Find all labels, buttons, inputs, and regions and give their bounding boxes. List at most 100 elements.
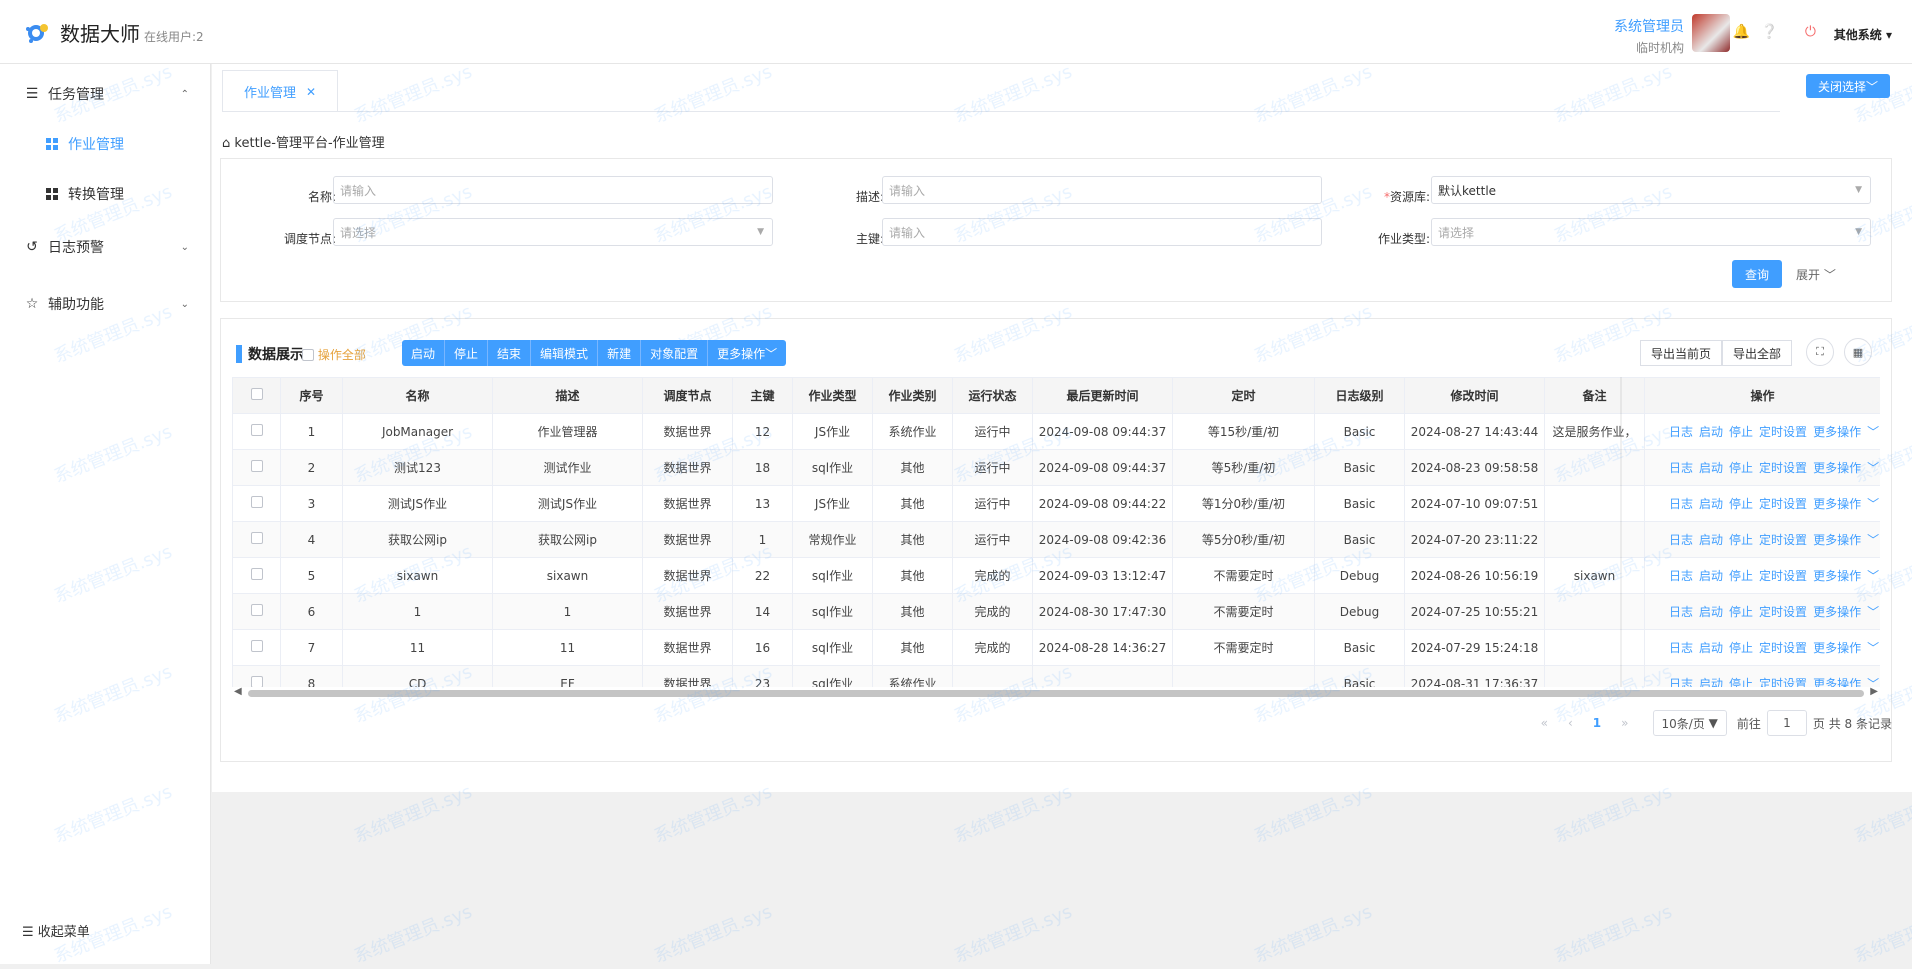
- user-name[interactable]: 系统管理员: [1614, 16, 1684, 36]
- table-row[interactable]: 6 1 1 数据世界 14 sql作业 其他 完成的 2024-08-30 17:47:30 不需…: [232, 593, 1880, 630]
- checkbox[interactable]: [250, 568, 263, 580]
- new-button[interactable]: 新建: [598, 340, 642, 366]
- scroll-thumb[interactable]: [248, 690, 1864, 697]
- stop-link[interactable]: 停止: [1729, 497, 1753, 511]
- type-select[interactable]: 请选择 ▼: [1431, 218, 1871, 246]
- chevron-down-icon[interactable]: ﹀: [1867, 497, 1879, 511]
- end-button[interactable]: 结束: [488, 340, 532, 366]
- log-link[interactable]: 日志: [1669, 497, 1693, 511]
- stop-link[interactable]: 停止: [1729, 569, 1753, 583]
- node-select[interactable]: 请选择 ▼: [333, 218, 773, 246]
- sidebar-group-task[interactable]: ☰ 任务管理 ⌃: [0, 76, 211, 112]
- key-input[interactable]: 请输入: [882, 218, 1322, 246]
- tab-job-manage[interactable]: 作业管理 ✕: [222, 70, 338, 112]
- expand-button[interactable]: 展开 ﹀: [1796, 266, 1836, 283]
- help-icon[interactable]: ❔: [1761, 24, 1778, 40]
- export-current-button[interactable]: 导出当前页: [1640, 340, 1723, 366]
- chevron-down-icon[interactable]: ﹀: [1867, 605, 1879, 619]
- checkbox[interactable]: [250, 604, 263, 616]
- checkbox[interactable]: [250, 388, 263, 400]
- timer-setting-link[interactable]: 定时设置: [1759, 677, 1807, 687]
- sidebar-item-transform-manage[interactable]: 转换管理: [0, 176, 211, 212]
- user-info[interactable]: 系统管理员 临时机构: [1614, 16, 1684, 56]
- more-actions-button[interactable]: 更多操作 ﹀: [708, 340, 787, 366]
- checkbox[interactable]: [250, 640, 263, 652]
- log-link[interactable]: 日志: [1669, 569, 1693, 583]
- timer-setting-link[interactable]: 定时设置: [1759, 497, 1807, 511]
- page-size-select[interactable]: 10条/页 ▼: [1652, 710, 1727, 736]
- log-link[interactable]: 日志: [1669, 533, 1693, 547]
- row-select[interactable]: [232, 629, 281, 666]
- log-link[interactable]: 日志: [1669, 461, 1693, 475]
- row-select[interactable]: [232, 665, 281, 687]
- checkbox[interactable]: [250, 532, 263, 544]
- stop-link[interactable]: 停止: [1729, 533, 1753, 547]
- table-row[interactable]: 8 CD EF 数据世界 23 sql作业 系统作业 Basic 2024-08-31 17:3…: [232, 665, 1880, 687]
- timer-setting-link[interactable]: 定时设置: [1759, 533, 1807, 547]
- name-input[interactable]: 请输入: [333, 176, 773, 204]
- start-link[interactable]: 启动: [1699, 605, 1723, 619]
- other-systems-dropdown[interactable]: 其他系统 ▾: [1834, 26, 1892, 43]
- close-select-button[interactable]: 关闭选择 ﹀: [1806, 74, 1890, 98]
- stop-link[interactable]: 停止: [1729, 425, 1753, 439]
- avatar[interactable]: [1692, 14, 1730, 52]
- stop-button[interactable]: 停止: [445, 340, 489, 366]
- start-link[interactable]: 启动: [1699, 461, 1723, 475]
- query-button[interactable]: 查询: [1732, 260, 1782, 288]
- stop-link[interactable]: 停止: [1729, 461, 1753, 475]
- start-link[interactable]: 启动: [1699, 641, 1723, 655]
- prev-page-icon[interactable]: ‹: [1568, 716, 1573, 730]
- start-link[interactable]: 启动: [1699, 497, 1723, 511]
- stop-link[interactable]: 停止: [1729, 605, 1753, 619]
- table-row[interactable]: 4 获取公网ip 获取公网ip 数据世界 1 常规作业 其他 运行中 2024-09-08 09…: [232, 521, 1880, 558]
- sidebar-item-job-manage[interactable]: 作业管理: [0, 126, 211, 162]
- row-select[interactable]: [232, 413, 281, 450]
- edit-mode-button[interactable]: 编辑模式: [531, 340, 599, 366]
- goto-page-input[interactable]: 1: [1766, 710, 1807, 736]
- table-row[interactable]: 7 11 11 数据世界 16 sql作业 其他 完成的 2024-08-28 14:36:27…: [232, 629, 1880, 666]
- timer-setting-link[interactable]: 定时设置: [1759, 425, 1807, 439]
- more-actions-link[interactable]: 更多操作: [1813, 569, 1861, 583]
- log-link[interactable]: 日志: [1669, 425, 1693, 439]
- repo-select[interactable]: 默认kettle ▼: [1431, 176, 1871, 204]
- start-link[interactable]: 启动: [1699, 533, 1723, 547]
- table-row[interactable]: 1 JobManager 作业管理器 数据世界 12 JS作业 系统作业 运行中 2024-09…: [232, 413, 1880, 450]
- current-page[interactable]: 1: [1593, 716, 1601, 730]
- sidebar-group-log[interactable]: ↺ 日志预警 ⌄: [0, 229, 211, 265]
- more-actions-link[interactable]: 更多操作: [1813, 461, 1861, 475]
- row-select[interactable]: [232, 557, 281, 594]
- operate-all-checkbox[interactable]: 操作全部: [302, 346, 366, 363]
- start-link[interactable]: 启动: [1699, 677, 1723, 687]
- log-link[interactable]: 日志: [1669, 677, 1693, 687]
- table-row[interactable]: 3 测试JS作业 测试JS作业 数据世界 13 JS作业 其他 运行中 2024-09-08 0…: [232, 485, 1880, 522]
- row-select[interactable]: [232, 521, 281, 558]
- next-page-icon[interactable]: »: [1621, 716, 1628, 730]
- checkbox[interactable]: [250, 676, 263, 687]
- chevron-down-icon[interactable]: ﹀: [1867, 533, 1879, 547]
- more-actions-link[interactable]: 更多操作: [1813, 641, 1861, 655]
- home-icon[interactable]: ⌂: [222, 136, 230, 151]
- collapse-menu-button[interactable]: ☰ 收起菜单: [22, 921, 90, 940]
- desc-input[interactable]: 请输入: [882, 176, 1322, 204]
- log-link[interactable]: 日志: [1669, 641, 1693, 655]
- more-actions-link[interactable]: 更多操作: [1813, 677, 1861, 687]
- stop-link[interactable]: 停止: [1729, 677, 1753, 687]
- object-config-button[interactable]: 对象配置: [641, 340, 709, 366]
- table-row[interactable]: 5 sixawn sixawn 数据世界 22 sql作业 其他 完成的 2024-09-03 …: [232, 557, 1880, 594]
- chevron-down-icon[interactable]: ﹀: [1867, 569, 1879, 583]
- more-actions-link[interactable]: 更多操作: [1813, 533, 1861, 547]
- horizontal-scrollbar[interactable]: ◀ ▶: [232, 686, 1880, 698]
- checkbox[interactable]: [250, 496, 263, 508]
- timer-setting-link[interactable]: 定时设置: [1759, 569, 1807, 583]
- header-select-all[interactable]: [232, 377, 281, 414]
- first-page-icon[interactable]: «: [1541, 716, 1548, 730]
- power-icon[interactable]: ⏻: [1805, 24, 1816, 40]
- row-select[interactable]: [232, 593, 281, 630]
- close-icon[interactable]: ✕: [306, 85, 316, 99]
- sidebar-group-aux[interactable]: ☆ 辅助功能 ⌄: [0, 286, 211, 322]
- chevron-down-icon[interactable]: ﹀: [1867, 641, 1879, 655]
- bell-icon[interactable]: 🔔: [1733, 24, 1750, 40]
- timer-setting-link[interactable]: 定时设置: [1759, 605, 1807, 619]
- checkbox[interactable]: [250, 424, 263, 436]
- start-link[interactable]: 启动: [1699, 425, 1723, 439]
